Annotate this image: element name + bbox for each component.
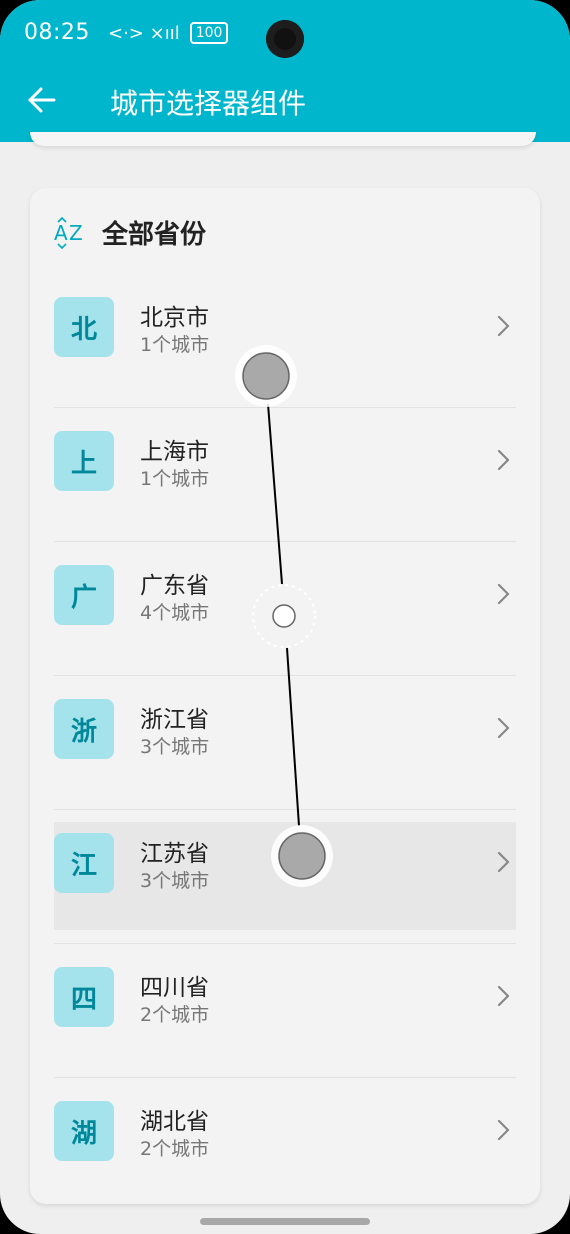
province-item-shanghai[interactable]: 上 上海市 1个城市 (54, 408, 516, 542)
province-item-sichuan[interactable]: 四 四川省 2个城市 (54, 944, 516, 1078)
province-name: 广东省 (140, 573, 209, 599)
city-count: 2个城市 (140, 1004, 210, 1026)
city-count: 1个城市 (140, 334, 210, 356)
row-pressed-highlight (54, 822, 516, 930)
province-name: 湖北省 (140, 1109, 209, 1135)
city-count: 4个城市 (140, 602, 210, 624)
home-indicator[interactable] (200, 1218, 370, 1225)
back-button[interactable] (26, 84, 58, 116)
province-item-zhejiang[interactable]: 浙 浙江省 3个城市 (54, 676, 516, 810)
city-count: 3个城市 (140, 870, 210, 892)
province-item-beijing[interactable]: 北 北京市 1个城市 (54, 274, 516, 408)
camera-cutout (266, 20, 304, 58)
city-count: 1个城市 (140, 468, 210, 490)
arrow-left-icon (28, 87, 56, 113)
phone-screen: 08:25 <·> ×ııl 100 城市选择器组件 A Z 全部省份 北 北京… (0, 0, 570, 1234)
network-icon: <·> ×ııl (108, 22, 180, 44)
chevron-right-icon (497, 985, 510, 1007)
province-name: 上海市 (140, 439, 209, 465)
province-badge: 广 (54, 565, 114, 625)
province-card: A Z 全部省份 北 北京市 1个城市 上 上海市 1个城市 广 广东省 4个城… (30, 188, 540, 1204)
svg-text:Z: Z (69, 221, 83, 245)
province-badge: 四 (54, 967, 114, 1027)
chevron-right-icon (497, 851, 510, 873)
province-item-guangdong[interactable]: 广 广东省 4个城市 (54, 542, 516, 676)
province-badge: 上 (54, 431, 114, 491)
card-header: A Z 全部省份 (54, 214, 206, 251)
chevron-right-icon (497, 315, 510, 337)
chevron-right-icon (497, 1119, 510, 1141)
page-title: 城市选择器组件 (110, 87, 307, 120)
city-count: 3个城市 (140, 736, 210, 758)
province-badge: 浙 (54, 699, 114, 759)
province-item-jiangsu[interactable]: 江 江苏省 3个城市 (54, 810, 516, 944)
app-bar: 08:25 <·> ×ııl 100 城市选择器组件 (0, 0, 570, 142)
battery-icon: 100 (189, 22, 229, 44)
province-name: 江苏省 (140, 841, 209, 867)
province-name: 浙江省 (140, 707, 209, 733)
city-count: 2个城市 (140, 1138, 210, 1160)
sort-az-icon: A Z (54, 216, 83, 249)
province-name: 北京市 (140, 305, 209, 331)
province-badge: 湖 (54, 1101, 114, 1161)
chevron-right-icon (497, 449, 510, 471)
previous-card (30, 132, 536, 146)
province-name: 四川省 (140, 975, 209, 1001)
province-badge: 北 (54, 297, 114, 357)
province-list: 北 北京市 1个城市 上 上海市 1个城市 广 广东省 4个城市 浙 浙江省 3… (54, 274, 516, 1211)
status-icons: <·> ×ııl 100 (108, 22, 229, 44)
svg-text:A: A (54, 221, 68, 245)
province-item-hubei[interactable]: 湖 湖北省 2个城市 (54, 1078, 516, 1211)
province-badge: 江 (54, 833, 114, 893)
chevron-right-icon (497, 717, 510, 739)
chevron-right-icon (497, 583, 510, 605)
status-time: 08:25 (24, 20, 90, 45)
card-title: 全部省份 (102, 220, 207, 250)
